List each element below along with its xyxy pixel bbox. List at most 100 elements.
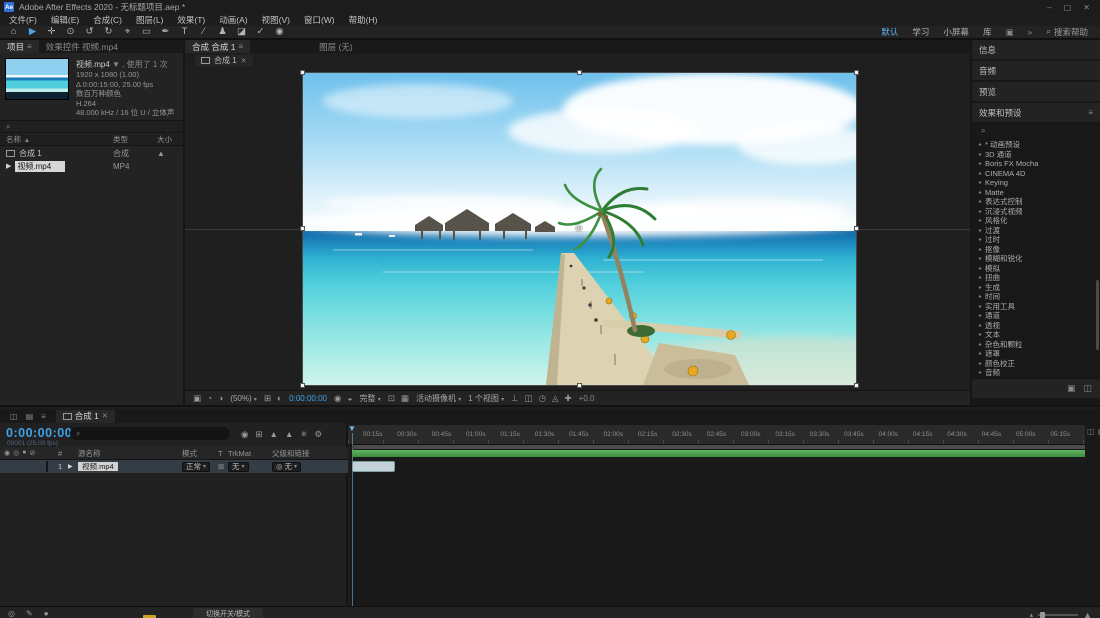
composition-navigator-chip[interactable]: 合成 1 ✕: [195, 55, 253, 66]
maximize-button[interactable]: ▢: [1064, 3, 1072, 12]
expand-caret-icon[interactable]: ▶: [68, 463, 78, 470]
viewer-option-icon[interactable]: ◑: [218, 393, 223, 404]
caret-right-icon[interactable]: ▸: [979, 312, 982, 319]
minimize-button[interactable]: –: [1047, 3, 1051, 12]
panel-menu-icon[interactable]: ≡: [27, 42, 32, 51]
menu-item[interactable]: 视图(V): [255, 14, 297, 26]
tab-project[interactable]: 项目 ≡: [0, 40, 39, 53]
playhead[interactable]: ▼: [348, 425, 357, 433]
selection-handle[interactable]: [300, 70, 305, 75]
caret-right-icon[interactable]: ▸: [979, 198, 982, 205]
effect-category[interactable]: ▸ CINEMA 4D: [972, 169, 1100, 179]
tool-brush[interactable]: ∕: [194, 26, 213, 38]
caret-right-icon[interactable]: ▸: [979, 303, 982, 310]
workspace-tab-learn[interactable]: 学习: [912, 26, 929, 38]
column-mode[interactable]: 模式: [182, 448, 218, 459]
column-type[interactable]: 类型: [113, 134, 157, 145]
caret-right-icon[interactable]: ▸: [979, 246, 982, 253]
trkmat-toggle-icon[interactable]: ⊠: [218, 462, 228, 471]
tool-home[interactable]: ⌂: [4, 26, 23, 38]
caret-right-icon[interactable]: ▸: [979, 360, 982, 367]
viewer-misc-icon[interactable]: ✚: [565, 393, 572, 404]
timeline-toggle-icon[interactable]: ⊞: [255, 429, 262, 440]
caret-right-icon[interactable]: ▸: [979, 236, 982, 243]
tool-eraser[interactable]: ◪: [232, 26, 251, 38]
menu-item[interactable]: 窗口(W): [297, 14, 342, 26]
menu-item[interactable]: 图层(L): [129, 14, 170, 26]
zoom-slider[interactable]: [1038, 614, 1078, 616]
info-panel-header[interactable]: 信息: [972, 40, 1100, 59]
selection-handle[interactable]: [854, 226, 859, 231]
effects-scrollbar[interactable]: [1096, 280, 1099, 350]
caret-right-icon[interactable]: ▸: [979, 274, 982, 281]
column-name[interactable]: 名称 ▴: [0, 134, 113, 145]
layer-name[interactable]: 视频.mp4: [78, 462, 118, 471]
timeline-panel-icon[interactable]: ▤: [26, 412, 34, 421]
timeline-zoom-control[interactable]: ▴ ▲: [1030, 610, 1092, 618]
viewer-timecode[interactable]: 0:00:00:00: [289, 394, 327, 403]
zoom-in-icon[interactable]: ▲: [1083, 610, 1092, 618]
menu-item[interactable]: 效果(T): [170, 14, 212, 26]
close-button[interactable]: ✕: [1083, 3, 1090, 12]
menu-item[interactable]: 文件(F): [2, 14, 44, 26]
project-item-composition[interactable]: 合成 1 合成 ▲: [0, 147, 183, 159]
timeline-search-field[interactable]: ⌕: [70, 427, 230, 440]
effects-presets-panel-header[interactable]: 效果和预设 ≡: [972, 103, 1100, 122]
selection-handle[interactable]: [577, 70, 582, 75]
timeline-toggle-icon[interactable]: ▲: [270, 429, 278, 440]
project-item-footage[interactable]: ▶ 视频.mp4 MP4: [0, 160, 183, 172]
effects-search-field[interactable]: ⌕: [975, 124, 1097, 137]
workspace-tab-small-screen[interactable]: 小屏幕: [943, 26, 969, 38]
tool-zoom[interactable]: ⊙: [61, 26, 80, 38]
snapshot-icon[interactable]: ◉: [334, 393, 341, 404]
caret-right-icon[interactable]: ▸: [979, 322, 982, 329]
zoom-out-icon[interactable]: ▴: [1030, 611, 1034, 618]
ruler-cap-icons[interactable]: ◫▤: [1087, 427, 1100, 436]
anchor-point-icon[interactable]: ⊕: [575, 224, 583, 233]
av-column-icon[interactable]: ◉: [4, 449, 10, 457]
new-folder-icon[interactable]: ▣: [1067, 383, 1076, 394]
caret-right-icon[interactable]: ▸: [979, 255, 982, 262]
panel-menu-icon[interactable]: ≡: [238, 42, 243, 51]
roi-transparency-icon[interactable]: ⊡: [388, 393, 395, 404]
resolution-dropdown[interactable]: 完整 ▾: [360, 393, 381, 404]
tool-puppet-pin[interactable]: ◉: [270, 26, 289, 38]
viewer-misc-icon[interactable]: ⊥: [511, 393, 518, 404]
trkmat-select[interactable]: 无▾: [228, 462, 249, 472]
caret-right-icon[interactable]: ▸: [979, 331, 982, 338]
project-search-field[interactable]: ⌕: [0, 120, 183, 133]
viewer-misc-icon[interactable]: ◬: [552, 393, 559, 404]
timeline-bottom-icon[interactable]: ◎: [8, 609, 15, 618]
av-column-icon[interactable]: ⊘: [29, 449, 35, 457]
tool-rotation[interactable]: ↻: [99, 26, 118, 38]
column-trkmat[interactable]: TrkMat: [228, 449, 272, 458]
search-help-button[interactable]: ⌕ 搜索帮助: [1046, 26, 1088, 38]
panel-icon[interactable]: ▣: [1005, 27, 1013, 38]
caret-right-icon[interactable]: ▸: [979, 217, 982, 224]
exposure-value[interactable]: +0.0: [579, 394, 595, 403]
menu-item[interactable]: 动画(A): [212, 14, 254, 26]
caret-right-icon[interactable]: ▸: [979, 170, 982, 177]
timeline-bottom-icon[interactable]: ✎: [26, 609, 33, 618]
tool-shape[interactable]: ▭: [137, 26, 156, 38]
column-index[interactable]: #: [58, 449, 68, 458]
tab-layer-viewer[interactable]: 图层 (无): [312, 40, 360, 53]
effect-category[interactable]: ▸ 音频: [972, 368, 1100, 378]
active-camera-dropdown[interactable]: 活动摄像机 ▾: [416, 393, 461, 404]
tool-pen[interactable]: ✒: [156, 26, 175, 38]
tool-orbit-camera[interactable]: ↺: [80, 26, 99, 38]
selection-handle[interactable]: [854, 383, 859, 388]
panel-menu-icon[interactable]: ≡: [1088, 108, 1093, 117]
caret-right-icon[interactable]: ▸: [979, 350, 982, 357]
timeline-panel-icon[interactable]: ◫: [10, 412, 18, 421]
audio-panel-header[interactable]: 音频: [972, 61, 1100, 80]
timeline-tab[interactable]: 合成 1 ✕: [56, 410, 115, 423]
menu-item[interactable]: 编辑(E): [44, 14, 86, 26]
work-area-bar[interactable]: [352, 445, 1085, 449]
zoom-slider-thumb[interactable]: [1040, 612, 1045, 618]
snapshot-icon[interactable]: ◒: [347, 393, 352, 404]
workspace-tab-default[interactable]: 默认: [881, 26, 898, 38]
timeline-bottom-icon[interactable]: ●: [44, 609, 49, 618]
timeline-toggle-icon[interactable]: ⚙: [315, 429, 323, 440]
caret-right-icon[interactable]: ▸: [979, 369, 982, 376]
